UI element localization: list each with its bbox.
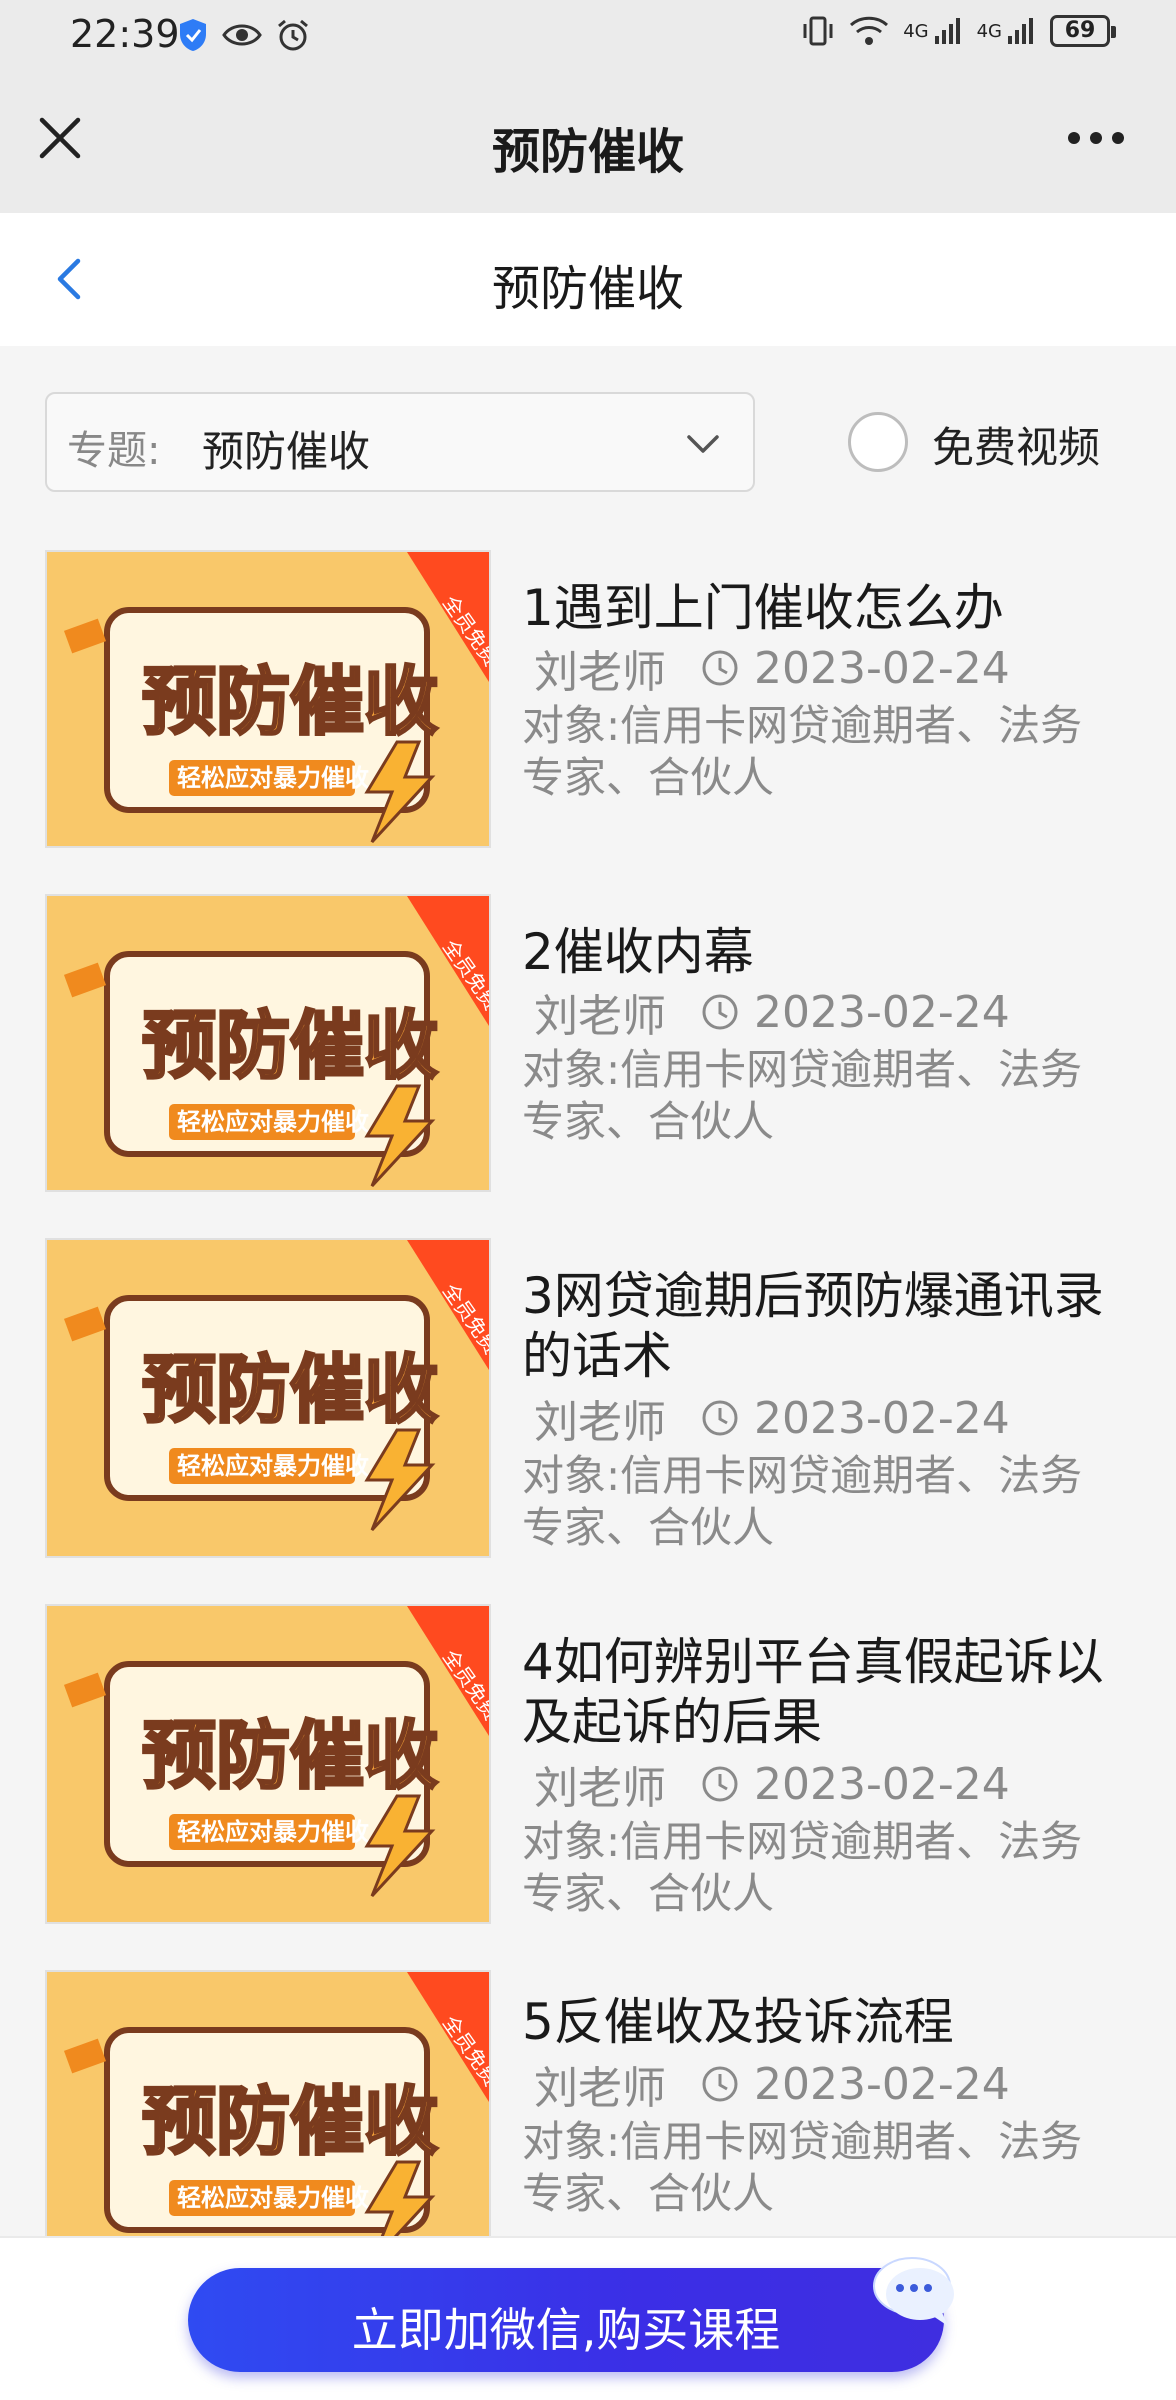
- app-title: 预防催收: [491, 124, 684, 180]
- course-audience: 对象:信用卡网贷逾期者、法务专家、合伙人: [522, 701, 1083, 802]
- clock-icon: [702, 994, 738, 1030]
- course-meta: 刘老师 2023-02-24: [534, 636, 1010, 700]
- page-header: 预防催收: [0, 213, 1176, 346]
- app-bar: 预防催收: [0, 70, 1176, 213]
- thumbnail-art: 全员免费 预防催收 轻松应对暴力催收: [47, 552, 489, 844]
- battery-indicator: 69: [1050, 15, 1116, 47]
- eye-icon: [222, 24, 262, 46]
- course-title[interactable]: 2催收内幕: [522, 922, 1122, 982]
- chevron-down-icon: [687, 435, 719, 453]
- course-title[interactable]: 5反催收及投诉流程: [522, 1992, 1122, 2052]
- clock-icon: [702, 1766, 738, 1802]
- thumbnail-title: 预防催收: [142, 1347, 438, 1433]
- topic-label: 专题:: [67, 428, 161, 474]
- teacher-name: 刘老师: [534, 2063, 666, 2114]
- course-title[interactable]: 1遇到上门催收怎么办: [522, 578, 1122, 638]
- course-thumbnail: 全员免费 预防催收 轻松应对暴力催收: [45, 1970, 491, 2268]
- network-type-2: 4G: [976, 20, 1002, 42]
- teacher-name: 刘老师: [534, 991, 666, 1042]
- signal-icon-2: [1008, 18, 1033, 44]
- free-video-label[interactable]: 免费视频: [932, 414, 1100, 475]
- wifi-icon: [850, 16, 889, 45]
- thumbnail-art: 全员免费 预防催收 轻松应对暴力催收: [47, 896, 489, 1188]
- signal-icon: [934, 18, 960, 44]
- course-title[interactable]: 3网贷逾期后预防爆通讯录的话术: [522, 1266, 1122, 1386]
- course-title[interactable]: 4如何辨别平台真假起诉以及起诉的后果: [522, 1632, 1122, 1752]
- free-video-radio[interactable]: [848, 412, 908, 472]
- course-audience: 对象:信用卡网贷逾期者、法务专家、合伙人: [522, 2117, 1083, 2218]
- thumbnail-art: 全员免费 预防催收 轻松应对暴力催收: [47, 1972, 489, 2264]
- more-options-icon[interactable]: [1056, 108, 1136, 168]
- teacher-name: 刘老师: [534, 1397, 666, 1448]
- course-thumbnail: 全员免费 预防催收 轻松应对暴力催收: [45, 1604, 491, 1924]
- course-audience: 对象:信用卡网贷逾期者、法务专家、合伙人: [522, 1451, 1083, 1552]
- thumbnail-subtitle: 轻松应对暴力催收: [177, 1818, 369, 1846]
- thumbnail-subtitle: 轻松应对暴力催收: [177, 1108, 369, 1136]
- status-right-icons: 4G 4G 69: [801, 14, 1116, 48]
- course-date: 2023-02-24: [754, 2058, 1010, 2110]
- course-thumbnail: 全员免费 预防催收 轻松应对暴力催收: [45, 894, 491, 1192]
- thumbnail-title: 预防催收: [142, 2079, 438, 2165]
- course-date: 2023-02-24: [754, 1392, 1010, 1444]
- buy-course-label: 立即加微信,购买课程: [351, 2303, 781, 2357]
- course-thumbnail: 全员免费 预防催收 轻松应对暴力催收: [45, 1238, 491, 1558]
- shield-icon: [180, 19, 206, 51]
- page-title: 预防催收: [491, 261, 684, 317]
- course-date: 2023-02-24: [754, 642, 1010, 694]
- course-meta: 刘老师 2023-02-24: [534, 980, 1010, 1044]
- buy-course-button[interactable]: 立即加微信,购买课程: [188, 2268, 944, 2372]
- course-audience: 对象:信用卡网贷逾期者、法务专家、合伙人: [522, 1817, 1083, 1918]
- topic-value: 预防催收: [202, 427, 371, 476]
- status-left-icons: [178, 18, 310, 52]
- thumbnail-subtitle: 轻松应对暴力催收: [177, 764, 369, 792]
- course-meta: 刘老师 2023-02-24: [534, 2052, 1010, 2116]
- course-thumbnail: 全员免费 预防催收 轻松应对暴力催收: [45, 550, 491, 848]
- bottom-bar: 立即加微信,购买课程: [0, 2236, 1176, 2400]
- thumbnail-subtitle: 轻松应对暴力催收: [177, 1452, 369, 1480]
- chat-bubble-icon: [873, 2257, 954, 2326]
- clock-icon: [702, 2066, 738, 2102]
- alarm-icon: [278, 19, 308, 51]
- course-audience: 对象:信用卡网贷逾期者、法务专家、合伙人: [522, 1045, 1083, 1146]
- thumbnail-art: 全员免费 预防催收 轻松应对暴力催收: [47, 1606, 489, 1898]
- teacher-name: 刘老师: [534, 1763, 666, 1814]
- clock-icon: [702, 1400, 738, 1436]
- vibrate-icon: [803, 16, 833, 46]
- thumbnail-title: 预防催收: [142, 1003, 438, 1089]
- course-date: 2023-02-24: [754, 1758, 1010, 1810]
- topic-select[interactable]: 专题: 预防催收: [45, 392, 755, 492]
- status-bar: 22:39 4G 4G 69: [0, 0, 1176, 70]
- course-meta: 刘老师 2023-02-24: [534, 1386, 1010, 1450]
- thumbnail-art: 全员免费 预防催收 轻松应对暴力催收: [47, 1240, 489, 1532]
- course-date: 2023-02-24: [754, 986, 1010, 1038]
- course-meta: 刘老师 2023-02-24: [534, 1752, 1010, 1816]
- clock-icon: [702, 650, 738, 686]
- status-time: 22:39: [70, 12, 180, 56]
- thumbnail-title: 预防催收: [142, 659, 438, 745]
- thumbnail-subtitle: 轻松应对暴力催收: [177, 2184, 369, 2212]
- teacher-name: 刘老师: [534, 647, 666, 698]
- thumbnail-title: 预防催收: [142, 1713, 438, 1799]
- network-type-1: 4G: [903, 20, 929, 42]
